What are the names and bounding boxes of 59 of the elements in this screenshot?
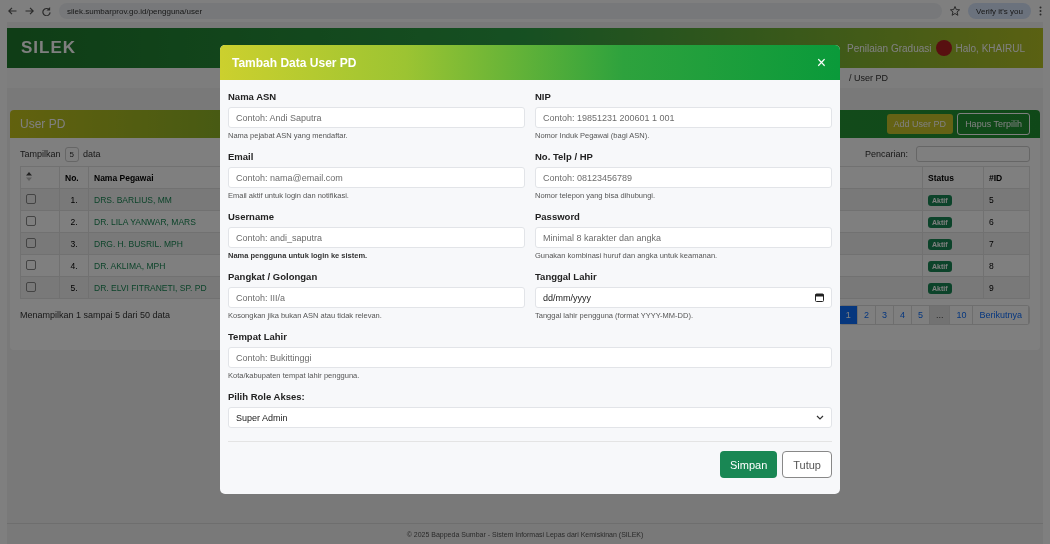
back-icon[interactable] [8, 7, 17, 15]
input-field[interactable]: Contoh: andi_saputra [228, 227, 525, 248]
row-checkbox[interactable] [26, 193, 36, 204]
profile-button[interactable]: Verify it's you [968, 3, 1031, 19]
forward-icon[interactable] [25, 7, 34, 15]
field-label: No. Telp / HP [535, 150, 594, 163]
table-cell: 2. [59, 210, 89, 233]
address-bar[interactable]: silek.sumbarprov.go.id/pengguna/user [59, 3, 943, 19]
field-label: Nama ASN [228, 90, 278, 103]
nav-item[interactable]: Penilaian Graduasi [847, 42, 932, 54]
role-select[interactable]: Super Admin [228, 407, 832, 428]
modal-title: Tambah Data User PD [232, 55, 358, 70]
more-icon[interactable] [1039, 6, 1042, 16]
field-label: Username [228, 210, 275, 223]
field-label: Tanggal Lahir [535, 270, 598, 283]
table-info: Menampilkan 1 sampai 5 dari 50 data [20, 310, 171, 320]
breadcrumb: / User PD [849, 73, 888, 83]
input-field[interactable]: Contoh: Andi Saputra [228, 107, 525, 128]
user-menu[interactable]: Halo, KHAIRUL [955, 42, 1025, 54]
input-field[interactable]: Contoh: Bukittinggi [228, 347, 832, 368]
row-checkbox[interactable] [26, 281, 36, 292]
field-label: Tempat Lahir [228, 330, 288, 343]
table-cell: 8 [983, 254, 1030, 277]
search-field[interactable] [916, 146, 1030, 162]
input-field[interactable]: Contoh: 19851231 200601 1 001 [535, 107, 832, 128]
field-label: Pangkat / Golongan [228, 270, 319, 283]
field-label: Pilih Role Akses: [228, 390, 306, 403]
field-label: Email [228, 150, 255, 163]
row-checkbox[interactable] [26, 237, 36, 248]
reload-icon[interactable] [42, 6, 51, 16]
search-label: Pencarian: [864, 149, 908, 159]
delete-button[interactable]: Hapus Terpilih [957, 113, 1030, 135]
column-header[interactable]: Status [922, 166, 984, 189]
column-header[interactable]: No. [59, 166, 89, 189]
show-label: Tampilkan [20, 149, 61, 159]
show-suffix: data [83, 149, 101, 159]
input-field[interactable]: Contoh: 08123456789 [535, 167, 832, 188]
table-cell: 4. [59, 254, 89, 277]
input-field[interactable]: Contoh: III/a [228, 287, 525, 308]
input-field[interactable]: Contoh: nama@email.com [228, 167, 525, 188]
column-header[interactable]: #ID [983, 166, 1030, 189]
add-button[interactable]: Add User PD [886, 114, 954, 134]
close-dialog-button[interactable]: Tutup [782, 451, 832, 478]
input-field[interactable]: Minimal 8 karakter dan angka [535, 227, 832, 248]
close-button[interactable]: × [814, 54, 828, 71]
row-checkbox[interactable] [26, 259, 36, 270]
field-label: NIP [535, 90, 552, 103]
save-button[interactable]: Simpan [719, 451, 778, 478]
star-icon[interactable] [950, 6, 961, 16]
field-label: Password [535, 210, 581, 223]
table-cell: 6 [983, 210, 1030, 233]
card-title: User PD [20, 117, 66, 131]
sort-icon[interactable] [26, 172, 32, 181]
avatar-icon[interactable] [935, 40, 952, 56]
chevron-icon [816, 415, 824, 420]
page-size-select[interactable]: 5 [64, 146, 79, 162]
row-checkbox[interactable] [26, 215, 36, 226]
calendar-icon[interactable] [815, 293, 824, 302]
date-field[interactable]: dd/mm/yyyy [535, 287, 832, 308]
